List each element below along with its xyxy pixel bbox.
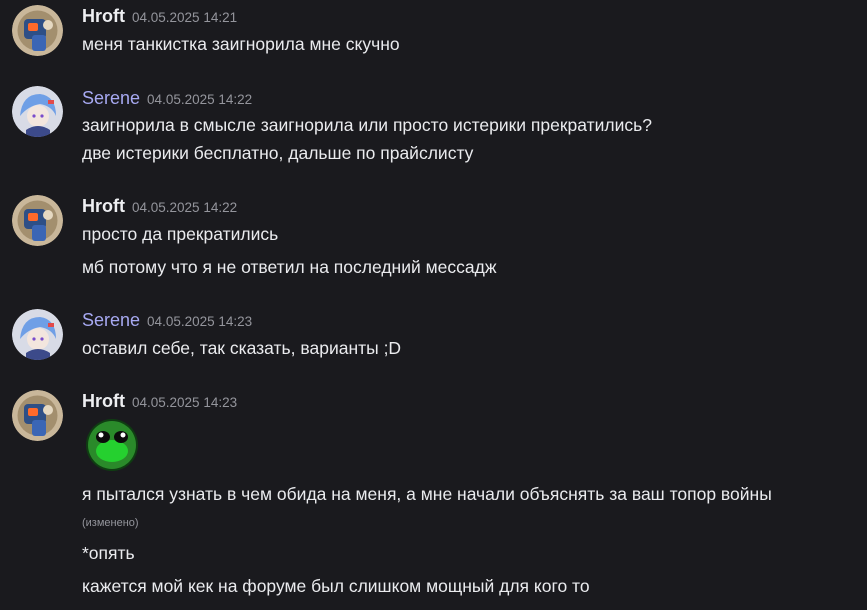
timestamp[interactable]: 04.05.2025 14:23 xyxy=(147,314,252,329)
timestamp[interactable]: 04.05.2025 14:21 xyxy=(132,10,237,25)
username[interactable]: Hroft xyxy=(82,6,125,26)
message-text: кажется мой кек на форуме был слишком мо… xyxy=(82,576,590,596)
message-text: две истерики бесплатно, дальше по прайсл… xyxy=(82,143,474,163)
message-header: Hroft 04.05.2025 14:21 xyxy=(82,6,237,28)
message-text: заигнорила в смысле заигнорила или прост… xyxy=(82,115,652,135)
message-header: Hroft 04.05.2025 14:22 xyxy=(82,196,237,218)
message-header: Hroft 04.05.2025 14:23 xyxy=(82,391,237,413)
edited-label: (изменено) xyxy=(82,517,139,529)
message-text: я пытался узнать в чем обида на меня, а … xyxy=(82,484,772,504)
message-text: просто да прекратились xyxy=(82,224,279,244)
hroft-avatar-icon xyxy=(12,5,63,56)
chat-message-list: Hroft 04.05.2025 14:21 меня танкистка заи… xyxy=(0,0,867,610)
avatar-serene[interactable] xyxy=(12,86,63,137)
timestamp[interactable]: 04.05.2025 14:22 xyxy=(147,92,252,107)
hroft-avatar-icon xyxy=(12,195,63,246)
serene-avatar-icon xyxy=(12,309,63,360)
username[interactable]: Serene xyxy=(82,310,140,330)
avatar-serene[interactable] xyxy=(12,309,63,360)
timestamp[interactable]: 04.05.2025 14:23 xyxy=(132,395,237,410)
avatar-hroft[interactable] xyxy=(12,195,63,246)
message-header: Serene 04.05.2025 14:22 xyxy=(82,88,252,110)
message-text: оставил себе, так сказать, варианты ;D xyxy=(82,338,402,358)
message-text: мб потому что я не ответил на последний … xyxy=(82,257,497,277)
green-frog-face-emoji-icon[interactable] xyxy=(86,419,138,471)
hroft-avatar-icon xyxy=(12,390,63,441)
username[interactable]: Serene xyxy=(82,88,140,108)
username[interactable]: Hroft xyxy=(82,391,125,411)
username[interactable]: Hroft xyxy=(82,196,125,216)
timestamp[interactable]: 04.05.2025 14:22 xyxy=(132,200,237,215)
avatar-hroft[interactable] xyxy=(12,5,63,56)
message-text: *опять xyxy=(82,543,135,563)
serene-avatar-icon xyxy=(12,86,63,137)
message-header: Serene 04.05.2025 14:23 xyxy=(82,310,252,332)
message-text: меня танкистка заигнорила мне скучно xyxy=(82,34,400,54)
avatar-hroft[interactable] xyxy=(12,390,63,441)
